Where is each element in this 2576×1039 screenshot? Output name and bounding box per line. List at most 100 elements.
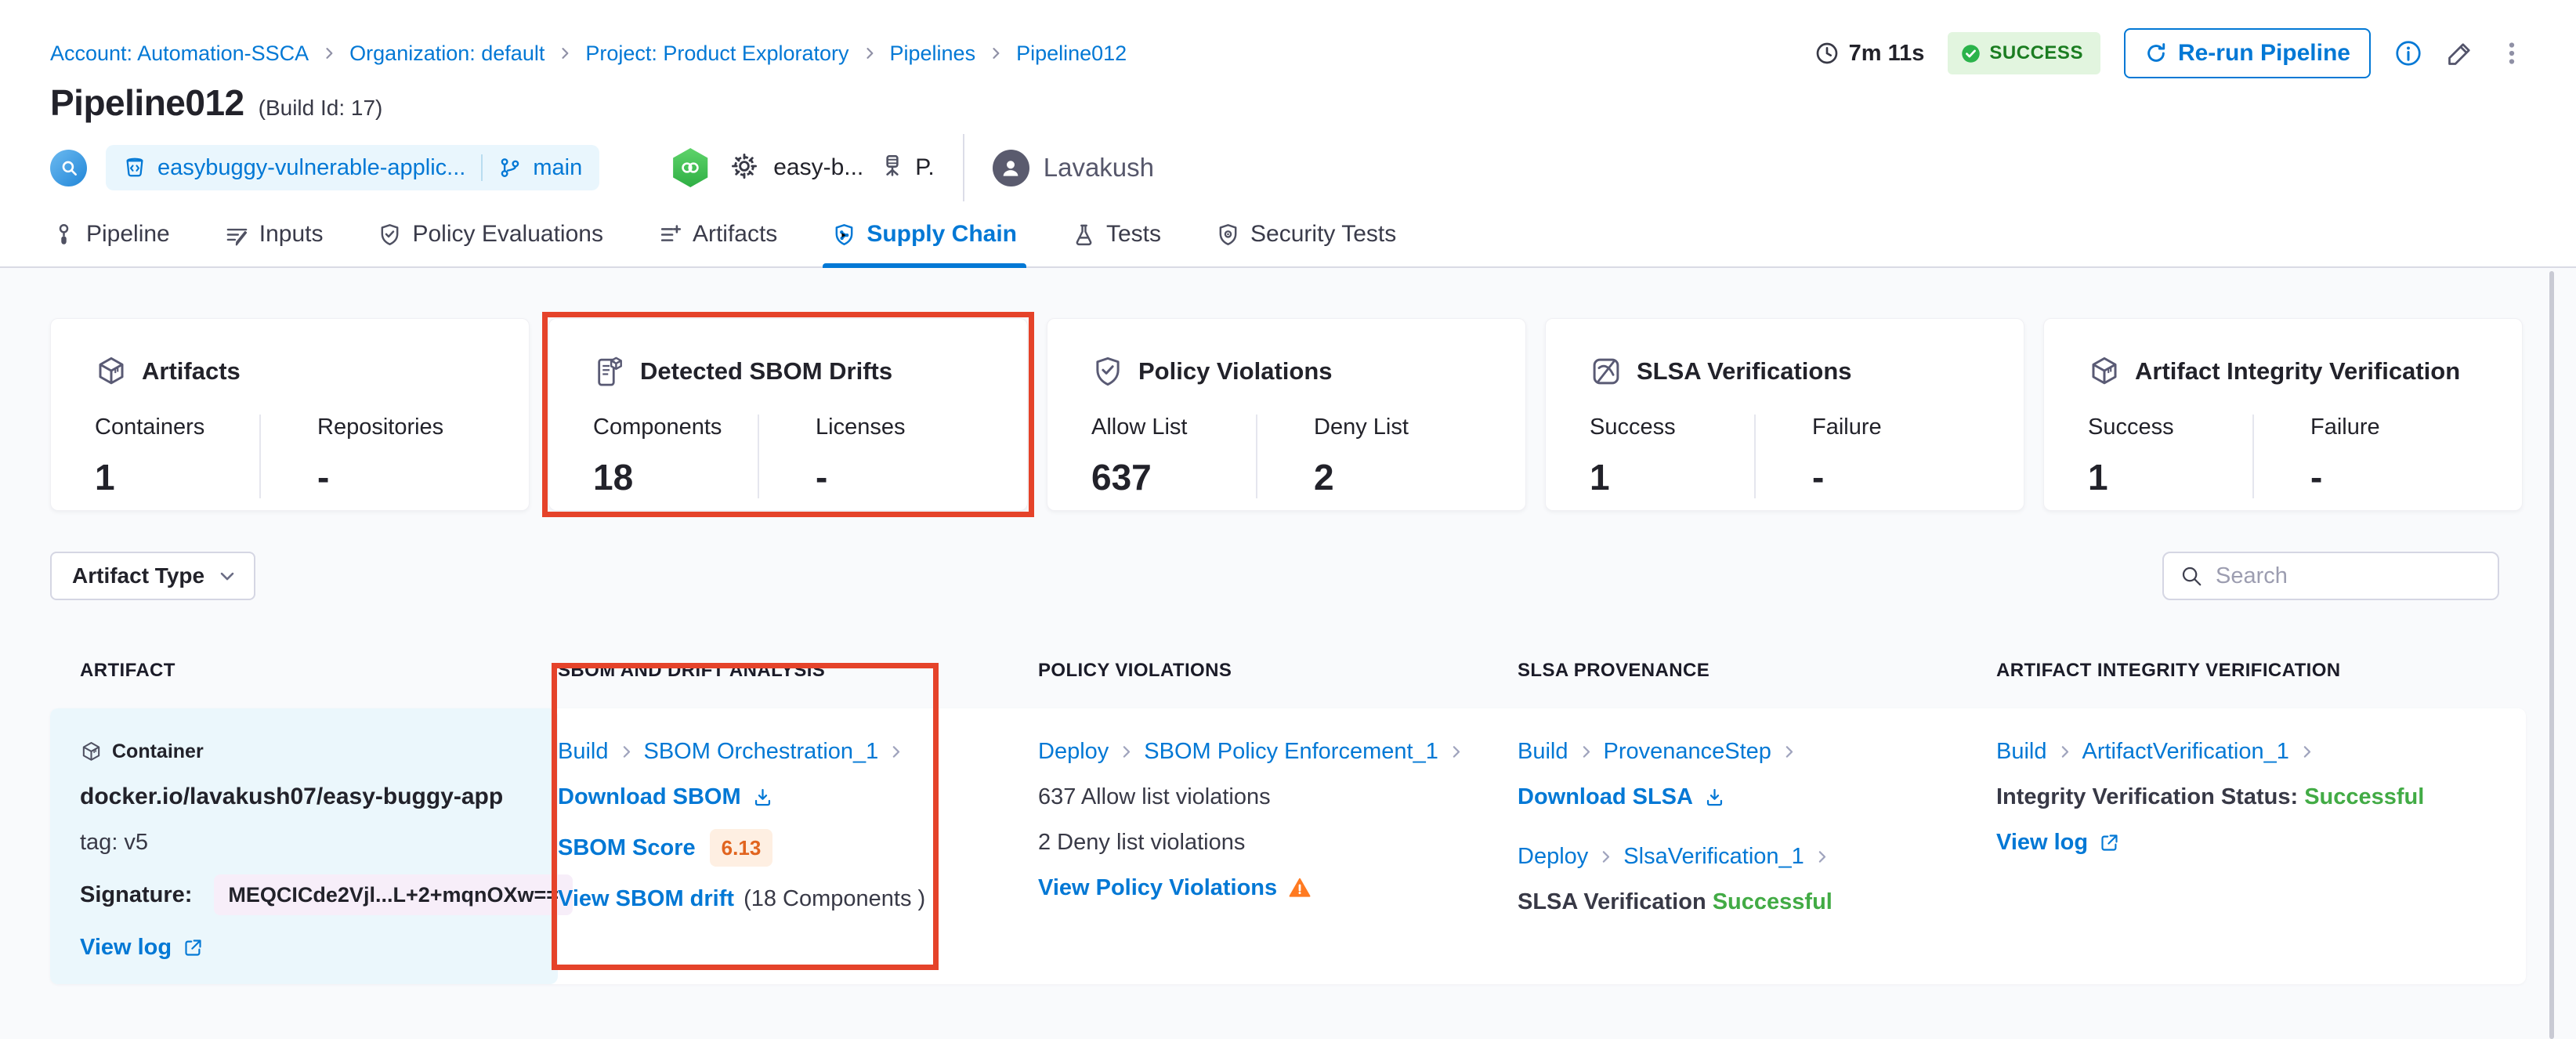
- download-sbom-link[interactable]: Download SBOM: [558, 784, 741, 810]
- stage-link[interactable]: Build: [1518, 738, 1568, 765]
- artifact-type-select[interactable]: Artifact Type: [50, 552, 255, 600]
- chevron-down-icon: [216, 565, 238, 587]
- repo-branch-pill[interactable]: easybuggy-vulnerable-applic... main: [106, 145, 599, 190]
- card-metric-value: 1: [2088, 456, 2252, 498]
- edit-button[interactable]: [2446, 39, 2474, 67]
- card-slsa-verifications: SLSA Verifications Success 1 Failure -: [1545, 318, 2024, 511]
- integrity-verification-cell: Build ArtifactVerification_1 Integrity V…: [1996, 708, 2526, 984]
- step-link[interactable]: ProvenanceStep: [1604, 738, 1771, 765]
- tab-artifacts[interactable]: Artifacts: [657, 208, 779, 266]
- artifact-type-label: Artifact Type: [72, 563, 204, 588]
- view-log-link[interactable]: View log: [1996, 829, 2088, 856]
- chevron-right-icon: [2299, 744, 2315, 760]
- column-header-integrity: ARTIFACT INTEGRITY VERIFICATION: [1996, 660, 2526, 682]
- user-avatar: [993, 150, 1029, 186]
- card-metric-value: 1: [1590, 456, 1754, 498]
- chevron-right-icon: [862, 45, 877, 61]
- tab-tests[interactable]: Tests: [1070, 208, 1163, 266]
- search-box: [2162, 552, 2499, 600]
- column-header-sbom: SBOM AND DRIFT ANALYSIS: [558, 660, 1038, 682]
- chevron-right-icon: [1118, 744, 1134, 760]
- card-metric-value: 637: [1091, 456, 1256, 498]
- view-log-link[interactable]: View log: [80, 934, 172, 961]
- card-artifact-integrity-verification: Artifact Integrity Verification Success …: [2043, 318, 2523, 511]
- allow-list-violations: 637 Allow list violations: [1038, 784, 1271, 810]
- shield-check-icon: [1091, 355, 1124, 388]
- card-metric-label: Failure: [1812, 415, 1882, 440]
- header: Account: Automation-SSCA Organization: d…: [0, 0, 2576, 268]
- flask-icon: [1072, 223, 1096, 247]
- column-header-artifact: ARTIFACT: [50, 660, 558, 682]
- card-metric-label: Components: [593, 415, 758, 440]
- step-link[interactable]: SBOM Policy Enforcement_1: [1144, 738, 1438, 765]
- stage-link[interactable]: Build: [558, 738, 609, 765]
- policy-violations-cell: Deploy SBOM Policy Enforcement_1 637 All…: [1038, 708, 1518, 984]
- trigger-name: easy-b...: [773, 154, 863, 181]
- stage-link[interactable]: Build: [1996, 738, 2047, 765]
- more-options-button[interactable]: [2498, 39, 2526, 67]
- tab-security-tests[interactable]: Security Tests: [1214, 208, 1398, 266]
- download-slsa-link[interactable]: Download SLSA: [1518, 784, 1693, 810]
- integrity-status-label: Integrity Verification Status:: [1996, 784, 2298, 810]
- vertical-scrollbar[interactable]: [2549, 271, 2554, 1039]
- tab-pipeline[interactable]: Pipeline: [50, 208, 172, 266]
- step-link[interactable]: SlsaVerification_1: [1623, 843, 1804, 870]
- info-button[interactable]: [2394, 39, 2422, 67]
- kebab-menu-icon: [2498, 39, 2526, 67]
- download-icon[interactable]: [1704, 787, 1725, 808]
- rerun-pipeline-button[interactable]: Re-run Pipeline: [2124, 28, 2371, 78]
- signature-value[interactable]: MEQCICde2Vjl...L+2+mqnOXw==: [214, 874, 573, 915]
- tab-policy-evaluations[interactable]: Policy Evaluations: [376, 208, 604, 266]
- card-title: SLSA Verifications: [1637, 357, 1852, 386]
- tab-inputs[interactable]: Inputs: [223, 208, 325, 266]
- card-metric-label: Deny List: [1314, 415, 1409, 440]
- filter-bar: Artifact Type: [50, 552, 2526, 600]
- shield-check-icon: [378, 223, 402, 247]
- repo-name: easybuggy-vulnerable-applic...: [157, 155, 465, 181]
- slsa-verification-status: Successful: [1713, 889, 1833, 915]
- divider: [963, 134, 964, 201]
- cube-icon: [2088, 355, 2121, 388]
- view-policy-violations-link[interactable]: View Policy Violations: [1038, 874, 1277, 901]
- artifact-image-name: docker.io/lavakush07/easy-buggy-app: [80, 784, 503, 810]
- user-name: Lavakush: [1044, 153, 1154, 183]
- breadcrumb-project[interactable]: Project: Product Exploratory: [585, 42, 848, 66]
- artifact-type-badge: Container: [112, 738, 204, 765]
- stage-link[interactable]: Deploy: [1518, 843, 1588, 870]
- artifacts-table: ARTIFACT SBOM AND DRIFT ANALYSIS POLICY …: [50, 660, 2526, 984]
- tab-bar: Pipeline Inputs Policy Evaluations Artif…: [0, 204, 2576, 268]
- search-input[interactable]: [2216, 563, 2482, 589]
- breadcrumb-pipelines[interactable]: Pipelines: [890, 42, 976, 66]
- breadcrumb: Account: Automation-SSCA Organization: d…: [50, 42, 1127, 66]
- card-title: Policy Violations: [1138, 357, 1333, 386]
- step-link[interactable]: ArtifactVerification_1: [2082, 738, 2289, 765]
- external-link-icon[interactable]: [2099, 832, 2120, 853]
- card-metric-value: -: [317, 456, 443, 498]
- pipeline-execution-page: Account: Automation-SSCA Organization: d…: [0, 0, 2576, 1039]
- webhook-icon: [671, 148, 709, 187]
- chevron-right-icon: [618, 744, 635, 760]
- breadcrumb-organization[interactable]: Organization: default: [349, 42, 545, 66]
- breadcrumb-pipeline012[interactable]: Pipeline012: [1016, 42, 1127, 66]
- sbom-score-link[interactable]: SBOM Score: [558, 834, 696, 861]
- download-icon[interactable]: [752, 787, 773, 808]
- check-circle-icon: [1960, 43, 1981, 64]
- step-link[interactable]: SBOM Orchestration_1: [644, 738, 879, 765]
- breadcrumb-account[interactable]: Account: Automation-SSCA: [50, 42, 309, 66]
- stage-link[interactable]: Deploy: [1038, 738, 1109, 765]
- card-metric-label: Licenses: [816, 415, 905, 440]
- supply-chain-content: Artifacts Containers 1 Repositories -: [0, 268, 2576, 1039]
- sliders-icon: [225, 223, 249, 247]
- drift-component-count: (18 Components ): [743, 885, 925, 912]
- card-metric-label: Failure: [2310, 415, 2380, 440]
- tab-supply-chain[interactable]: Supply Chain: [830, 208, 1018, 266]
- warning-icon: [1288, 876, 1312, 900]
- signature-label: Signature:: [80, 882, 192, 908]
- view-sbom-drift-link[interactable]: View SBOM drift: [558, 885, 734, 912]
- tab-label: Inputs: [259, 221, 324, 248]
- repository-icon: [123, 156, 147, 179]
- external-link-icon[interactable]: [183, 937, 204, 958]
- trigger-type-icon: [50, 150, 87, 186]
- chevron-right-icon: [1448, 744, 1464, 760]
- card-metric-value: -: [2310, 456, 2380, 498]
